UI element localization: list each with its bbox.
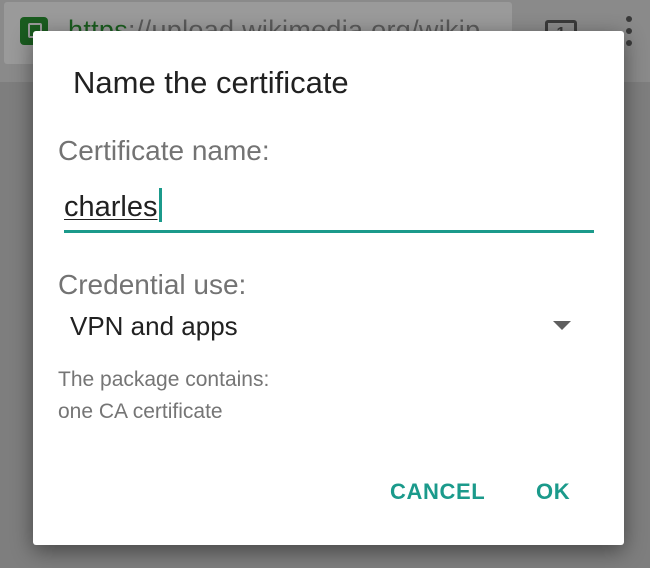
package-info-content: one CA certificate [58, 400, 223, 423]
dialog-title: Name the certificate [73, 65, 349, 100]
text-caret [158, 188, 162, 222]
cancel-button[interactable]: CANCEL [390, 479, 485, 505]
certificate-name-text: charles [64, 191, 158, 223]
package-info-heading: The package contains: [58, 368, 270, 391]
dropdown-arrow-icon [553, 321, 571, 330]
credential-use-select[interactable]: VPN and apps [58, 307, 588, 351]
name-certificate-dialog: Name the certificate Certificate name: c… [33, 31, 624, 545]
certificate-name-label: Certificate name: [58, 135, 270, 166]
credential-use-label: Credential use: [58, 269, 247, 300]
ok-button[interactable]: OK [536, 479, 570, 505]
certificate-name-value: charles [64, 188, 162, 224]
certificate-name-input[interactable]: charles [64, 186, 594, 233]
credential-use-value: VPN and apps [70, 311, 238, 341]
